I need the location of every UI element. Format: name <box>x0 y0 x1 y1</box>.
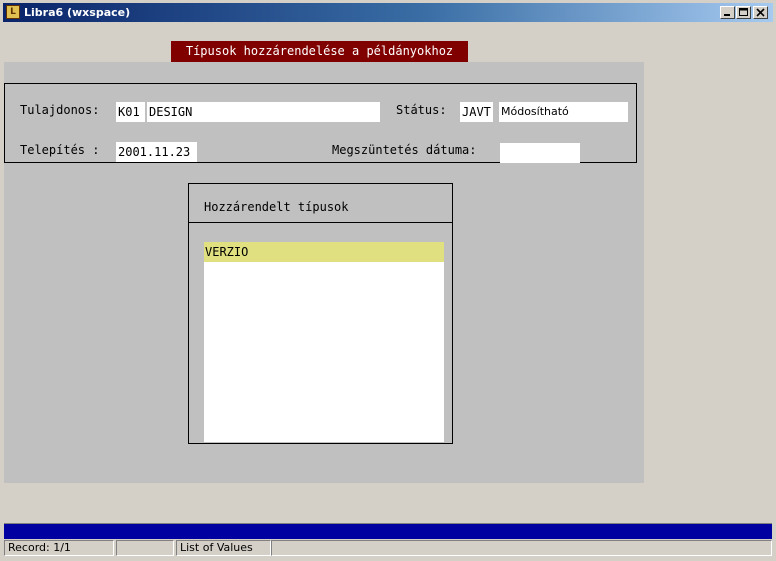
maximize-button[interactable] <box>736 6 751 19</box>
install-label: Telepítés : <box>20 143 100 157</box>
status-bar: Record: 1/1 List of Values <box>4 540 772 557</box>
owner-name-field[interactable]: DESIGN <box>147 102 380 122</box>
close-button[interactable] <box>753 6 768 19</box>
window-titlebar[interactable]: L Libra6 (wxspace) <box>3 3 773 22</box>
record-indicator: Record: 1/1 <box>4 540 114 556</box>
lov-indicator: List of Values <box>176 540 271 556</box>
assigned-types-list[interactable]: VERZIO <box>204 242 444 442</box>
status-name-field[interactable]: Módosítható <box>499 102 628 122</box>
owner-code-field[interactable]: K01 <box>116 102 145 122</box>
end-date-label: Megszüntetés dátuma: <box>332 143 477 157</box>
end-date-field[interactable] <box>500 143 580 163</box>
maximize-icon <box>739 8 748 16</box>
status-cell-4 <box>271 540 772 556</box>
owner-label: Tulajdonos: <box>20 103 100 117</box>
window-title: Libra6 (wxspace) <box>24 6 131 19</box>
status-cell-2 <box>116 540 174 556</box>
close-icon <box>756 8 765 17</box>
assigned-types-header: Hozzárendelt típusok <box>188 183 453 223</box>
install-date-field[interactable]: 2001.11.23 <box>116 142 197 162</box>
libra-app-icon[interactable]: L <box>6 5 20 19</box>
list-item[interactable]: VERZIO <box>204 242 444 262</box>
status-code-field[interactable]: JAVT <box>460 102 493 122</box>
status-label: Státus: <box>396 103 447 117</box>
form-title-banner: Típusok hozzárendelése a példányokhoz <box>171 41 468 62</box>
assigned-types-title: Hozzárendelt típusok <box>204 200 349 214</box>
progress-bar <box>4 523 772 539</box>
minimize-icon <box>724 14 730 16</box>
minimize-button[interactable] <box>720 6 735 19</box>
